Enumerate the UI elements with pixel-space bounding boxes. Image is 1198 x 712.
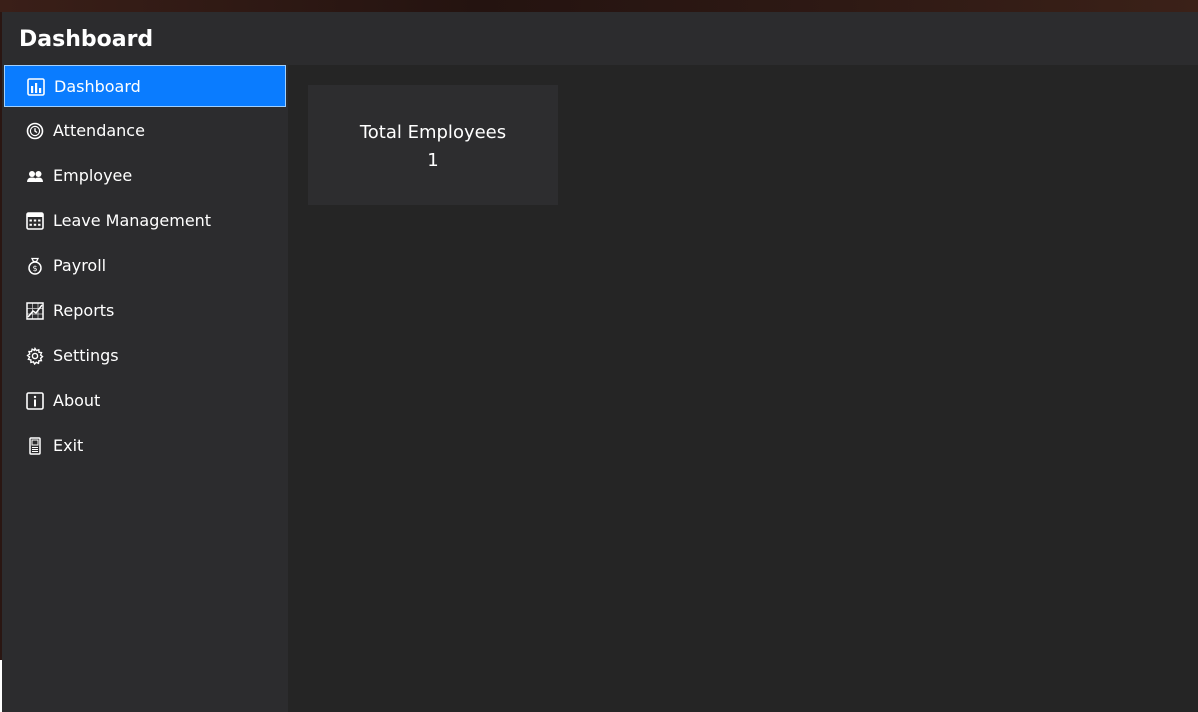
card-value: 1 xyxy=(427,150,439,171)
sidebar-item-label: Payroll xyxy=(53,256,107,275)
main-content: Total Employees 1 xyxy=(288,65,1198,712)
sidebar-item-reports[interactable]: Reports xyxy=(4,290,286,332)
sidebar-item-label: Attendance xyxy=(53,121,145,140)
card-title: Total Employees xyxy=(359,122,507,143)
sidebar-item-dashboard[interactable]: Dashboard xyxy=(4,65,286,107)
sidebar: Dashboard Attendance Employee Leave Mana… xyxy=(2,65,288,712)
sidebar-item-label: Leave Management xyxy=(53,211,212,230)
desktop-background xyxy=(0,0,1198,12)
sidebar-item-label: Settings xyxy=(53,346,119,365)
sidebar-item-label: About xyxy=(53,391,101,410)
total-employees-card: Total Employees 1 xyxy=(308,85,558,205)
sidebar-item-about[interactable]: About xyxy=(4,380,286,422)
info-icon xyxy=(26,392,44,410)
app-window: Dashboard Dashboard Attendance Employee xyxy=(2,12,1198,712)
sidebar-item-leave-management[interactable]: Leave Management xyxy=(4,200,286,242)
sidebar-item-label: Dashboard xyxy=(54,77,141,96)
sidebar-item-label: Employee xyxy=(53,166,133,185)
line-chart-icon xyxy=(26,302,44,320)
exit-door-icon xyxy=(26,437,44,455)
users-icon xyxy=(26,167,44,185)
sidebar-item-payroll[interactable]: $ Payroll xyxy=(4,245,286,287)
svg-text:$: $ xyxy=(32,264,37,273)
calendar-icon xyxy=(26,212,44,230)
sidebar-item-employee[interactable]: Employee xyxy=(4,155,286,197)
gear-icon xyxy=(26,347,44,365)
sidebar-item-label: Reports xyxy=(53,301,115,320)
sidebar-item-settings[interactable]: Settings xyxy=(4,335,286,377)
bar-chart-icon xyxy=(27,78,45,96)
clock-icon xyxy=(26,122,44,140)
title-bar: Dashboard xyxy=(2,12,1198,65)
sidebar-item-attendance[interactable]: Attendance xyxy=(4,110,286,152)
money-bag-icon: $ xyxy=(26,257,44,275)
sidebar-item-exit[interactable]: Exit xyxy=(4,425,286,467)
sidebar-item-label: Exit xyxy=(53,436,84,455)
page-title: Dashboard xyxy=(19,27,154,52)
